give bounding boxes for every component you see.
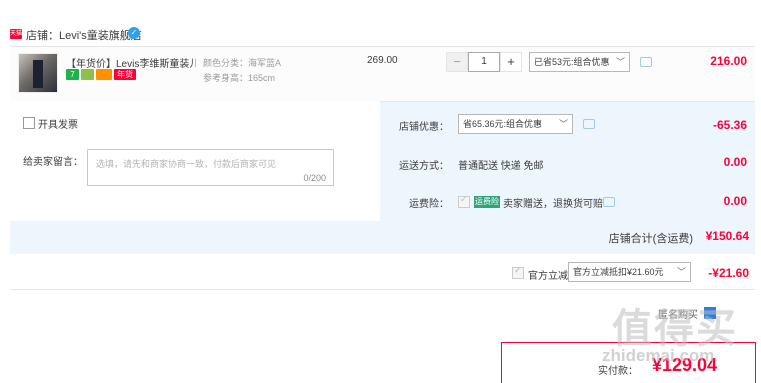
sku-color: 颜色分类：海军蓝A bbox=[203, 58, 282, 68]
shop-subtotal-value: ¥150.64 bbox=[705, 229, 749, 243]
product-badges: 7 年货 bbox=[66, 69, 138, 81]
shop-discount-amount: -65.36 bbox=[712, 118, 747, 132]
insurance-badge: 运费险 bbox=[474, 196, 500, 208]
insurance-fee: 0.00 bbox=[723, 194, 747, 208]
official-discount-row: 官方立减 官方立减抵扣¥21.60元 ﹀ -¥21.60 bbox=[10, 256, 755, 290]
right-options: 店铺优惠： 省65.36元:组合优惠 ﹀ -65.36 运送方式： 普通配送 快… bbox=[381, 101, 755, 221]
message-icon[interactable] bbox=[583, 119, 595, 129]
shop-subtotal: 店铺合计(含运费) ¥150.64 bbox=[10, 220, 755, 253]
official-discount-select[interactable]: 官方立减抵扣¥21.60元 ﹀ bbox=[568, 262, 691, 282]
shipping-fee: 0.00 bbox=[723, 155, 747, 169]
new-year-badge: 年货 bbox=[114, 69, 136, 80]
seller-message-placeholder: 选填，请先和商家协商一致，付款后商家可见 bbox=[96, 159, 277, 169]
official-discount-select-value: 官方立减抵扣¥21.60元 bbox=[573, 267, 664, 277]
item-promo-select[interactable]: 已省53元:组合优惠 ﹀ bbox=[529, 52, 630, 72]
insurance-text: 卖家赠送，退换货可赔 bbox=[503, 199, 603, 210]
invoice-label: 开具发票 bbox=[38, 120, 78, 131]
shop-discount-value-text: 省65.36元:组合优惠 bbox=[463, 119, 543, 129]
shop-row: 天猫 店铺：Levi's童装旗舰店 ✓ bbox=[10, 24, 755, 46]
quantity-decrease-button[interactable]: − bbox=[446, 52, 468, 72]
seller-message-label: 给卖家留言： bbox=[23, 157, 83, 168]
left-options: 开具发票 给卖家留言： 选填，请先和商家协商一致，付款后商家可见 0/200 bbox=[10, 101, 380, 221]
official-discount-checkbox[interactable] bbox=[512, 265, 524, 279]
shop-discount-select[interactable]: 省65.36元:组合优惠 ﹀ bbox=[458, 114, 573, 134]
item-total-price: 216.00 bbox=[710, 54, 747, 68]
chevron-down-icon: ﹀ bbox=[676, 267, 686, 277]
thumbnail-figure bbox=[33, 60, 43, 88]
sku-height: 参考身高：165cm bbox=[203, 73, 276, 83]
chevron-down-icon: ﹀ bbox=[615, 57, 625, 67]
product-thumbnail[interactable] bbox=[18, 53, 58, 93]
shipping-method: 普通配送 快递 免邮 bbox=[458, 161, 544, 172]
item-promo-value: 已省53元:组合优惠 bbox=[534, 57, 610, 67]
insurance-label: 运费险： bbox=[409, 199, 449, 210]
message-icon[interactable] bbox=[640, 57, 652, 67]
header-strip bbox=[0, 0, 761, 4]
tmall-badge: 天猫 bbox=[10, 29, 23, 39]
quantity-increase-button[interactable]: + bbox=[500, 52, 522, 72]
help-icon[interactable] bbox=[603, 197, 615, 207]
shop-discount-label: 店铺优惠： bbox=[399, 122, 449, 133]
chevron-down-icon: ﹀ bbox=[558, 119, 568, 129]
seller-message-input[interactable]: 选填，请先和商家协商一致，付款后商家可见 0/200 bbox=[87, 149, 334, 186]
shop-name-link[interactable]: 店铺：Levi's童装旗舰店 bbox=[26, 27, 142, 43]
product-title-link[interactable]: 【年货价】Levis李维斯童装儿... bbox=[66, 55, 196, 70]
official-discount-label: 官方立减 bbox=[528, 271, 568, 282]
seven-day-return-icon: 7 bbox=[66, 69, 79, 80]
card-payment-icon bbox=[96, 69, 112, 80]
insurance-checkbox[interactable] bbox=[458, 194, 470, 208]
invoice-checkbox[interactable] bbox=[23, 117, 35, 129]
official-discount-amount: -¥21.60 bbox=[708, 266, 749, 280]
seller-message-counter: 0/200 bbox=[303, 173, 326, 183]
unit-price: 269.00 bbox=[367, 55, 398, 66]
service-icon bbox=[81, 69, 94, 80]
quantity-input[interactable]: 1 bbox=[468, 52, 500, 72]
shop-subtotal-label: 店铺合计(含运费) bbox=[608, 233, 693, 245]
shipping-label: 运送方式： bbox=[399, 161, 449, 172]
order-item: 【年货价】Levis李维斯童装儿... 7 年货 颜色分类：海军蓝A 参考身高：1… bbox=[10, 46, 755, 101]
chat-icon[interactable]: ✓ bbox=[128, 27, 140, 39]
quantity-stepper: − 1 + bbox=[446, 52, 522, 72]
watermark-url: zhidemai.com bbox=[602, 346, 715, 365]
